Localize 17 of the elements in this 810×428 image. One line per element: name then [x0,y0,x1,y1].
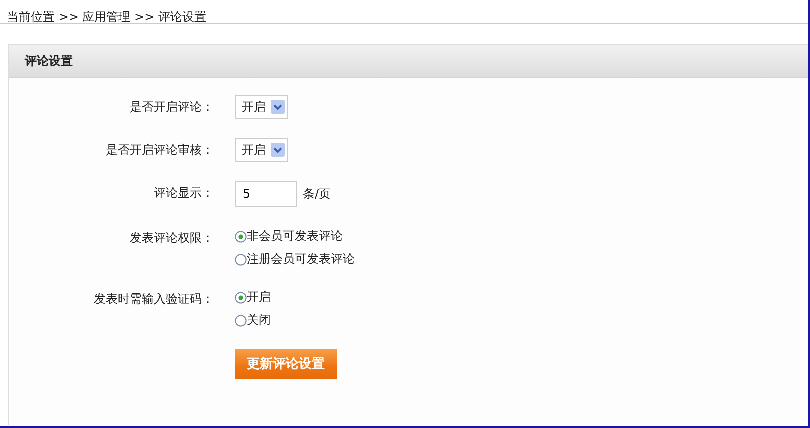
dropdown[interactable]: 开启 [235,138,288,162]
unit-label: 条/页 [303,186,332,202]
field-label: 评论显示： [153,185,214,202]
field-label: 是否开启评论： [129,99,214,116]
dropdown[interactable]: 开启 [235,95,288,119]
caret-icon [271,100,285,114]
field-label: 发表评论权限： [129,230,214,247]
breadcrumb: 当前位置 >> 应用管理 >> 评论设置 [7,10,206,24]
field-label: 发表时需输入验证码： [93,291,214,308]
radio-option[interactable]: 关闭 [235,312,271,329]
field-label: 是否开启评论审核： [105,142,214,159]
input-field[interactable]: 5 [235,181,297,207]
radio-option[interactable]: 开启 [235,289,271,306]
caret-icon [271,143,285,157]
radio-option[interactable]: 非会员可发表评论 [235,228,343,245]
panel-title: 评论设置 [25,52,73,70]
radio-option[interactable]: 注册会员可发表评论 [235,251,355,268]
